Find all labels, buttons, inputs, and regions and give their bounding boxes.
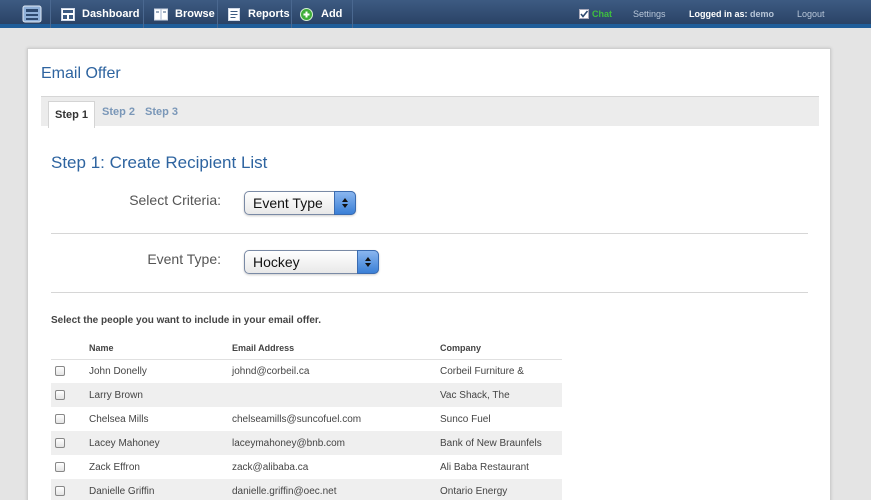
table-row: John Donelly johnd@corbeil.ca Corbeil Fu… (51, 359, 562, 383)
nav-dashboard[interactable]: Dashboard (61, 0, 139, 28)
row-checkbox[interactable] (55, 485, 65, 496)
page-title: Email Offer (41, 65, 121, 82)
reports-icon (228, 7, 240, 21)
row-checkbox[interactable] (55, 389, 65, 400)
row-company: Ontario Energy (440, 479, 562, 500)
row-company: Corbeil Furniture & (440, 365, 524, 377)
row-name: John Donelly (89, 365, 147, 377)
row-name: Zack Effron (89, 461, 140, 473)
nav-separator (291, 0, 292, 28)
event-type-select-value: Hockey (253, 254, 300, 270)
event-type-select[interactable]: Hockey (244, 250, 379, 274)
tab-step-2[interactable]: Step 2 (102, 97, 135, 127)
nav-add[interactable]: Add (300, 0, 342, 28)
table-row: Larry Brown Vac Shack, The (51, 383, 562, 407)
table-row: Zack Effron zack@alibaba.ca Ali Baba Res… (51, 455, 562, 479)
row-name: Danielle Griffin (89, 479, 232, 500)
row-checkbox[interactable] (55, 461, 65, 472)
row-company: Sunco Fuel (440, 413, 491, 425)
row-name: Lacey Mahoney (89, 431, 232, 455)
row-company: Ali Baba Restaurant (440, 461, 529, 473)
criteria-select-value: Event Type (253, 195, 323, 211)
checkbox-column-header (51, 337, 89, 360)
logged-in-label: Logged in as: (689, 9, 748, 19)
tab-step-1[interactable]: Step 1 (48, 101, 96, 128)
select-arrows-icon (334, 191, 356, 215)
row-company: Vac Shack, The (440, 383, 562, 407)
row-name: Chelsea Mills (89, 413, 149, 425)
step-tabs: Step 1 Step 2 Step 3 (41, 96, 819, 128)
table-row: Chelsea Mills chelseamills@suncofuel.com… (51, 407, 562, 431)
nav-add-label: Add (321, 8, 343, 20)
criteria-select[interactable]: Event Type (244, 191, 356, 215)
nav-reports[interactable]: Reports (227, 0, 290, 28)
recipients-table: Name Email Address Company John Donelly … (51, 337, 562, 500)
divider (51, 233, 808, 234)
step-heading: Step 1: Create Recipient List (51, 153, 268, 172)
chat-link[interactable]: Chat (579, 0, 612, 28)
row-email: johnd@corbeil.ca (232, 365, 310, 377)
tab-step-3[interactable]: Step 3 (145, 97, 178, 127)
table-header-row: Name Email Address Company (51, 337, 562, 360)
select-arrows-icon (357, 250, 379, 274)
row-email: danielle.griffin@oec.net (232, 479, 440, 500)
nav-separator (352, 0, 353, 28)
row-email: laceymahoney@bnb.com (232, 431, 440, 455)
chat-checkbox-icon (579, 9, 589, 19)
select-criteria-label: Select Criteria: (129, 192, 221, 208)
logged-in-status: Logged in as: demo (689, 0, 774, 28)
row-checkbox[interactable] (55, 437, 65, 448)
dashboard-icon (61, 7, 75, 21)
row-email: zack@alibaba.ca (232, 461, 309, 473)
nav-browse-label: Browse (175, 8, 215, 20)
app-logo-icon[interactable] (22, 5, 42, 23)
row-email: chelseamills@suncofuel.com (232, 413, 362, 425)
table-row: Lacey Mahoney laceymahoney@bnb.com Bank … (51, 431, 562, 455)
event-type-label: Event Type: (147, 251, 221, 267)
nav-separator (143, 0, 144, 28)
chat-label: Chat (592, 9, 612, 19)
email-column-header: Email Address (232, 337, 440, 360)
name-column-header: Name (89, 337, 232, 360)
top-navigation-bar: Dashboard Browse Reports Add Chat Settin… (0, 0, 871, 28)
row-email (232, 383, 440, 407)
nav-separator (50, 0, 51, 28)
nav-dashboard-label: Dashboard (82, 8, 140, 20)
nav-separator (217, 0, 218, 28)
nav-browse[interactable]: Browse (154, 0, 215, 28)
row-name: Larry Brown (89, 383, 232, 407)
add-icon (300, 7, 313, 21)
browse-icon (154, 8, 168, 20)
settings-link[interactable]: Settings (633, 0, 666, 28)
divider (51, 292, 808, 293)
username: demo (750, 9, 775, 19)
nav-reports-label: Reports (248, 8, 290, 20)
logout-link[interactable]: Logout (797, 0, 825, 28)
company-column-header: Company (440, 337, 562, 360)
instructions-text: Select the people you want to include in… (51, 315, 322, 326)
email-offer-panel: Email Offer Step 1 Step 2 Step 3 Step 1:… (27, 48, 831, 500)
table-row: Danielle Griffin danielle.griffin@oec.ne… (51, 479, 562, 500)
row-company: Bank of New Braunfels (440, 431, 562, 455)
row-checkbox[interactable] (55, 413, 65, 424)
row-checkbox[interactable] (55, 366, 65, 377)
